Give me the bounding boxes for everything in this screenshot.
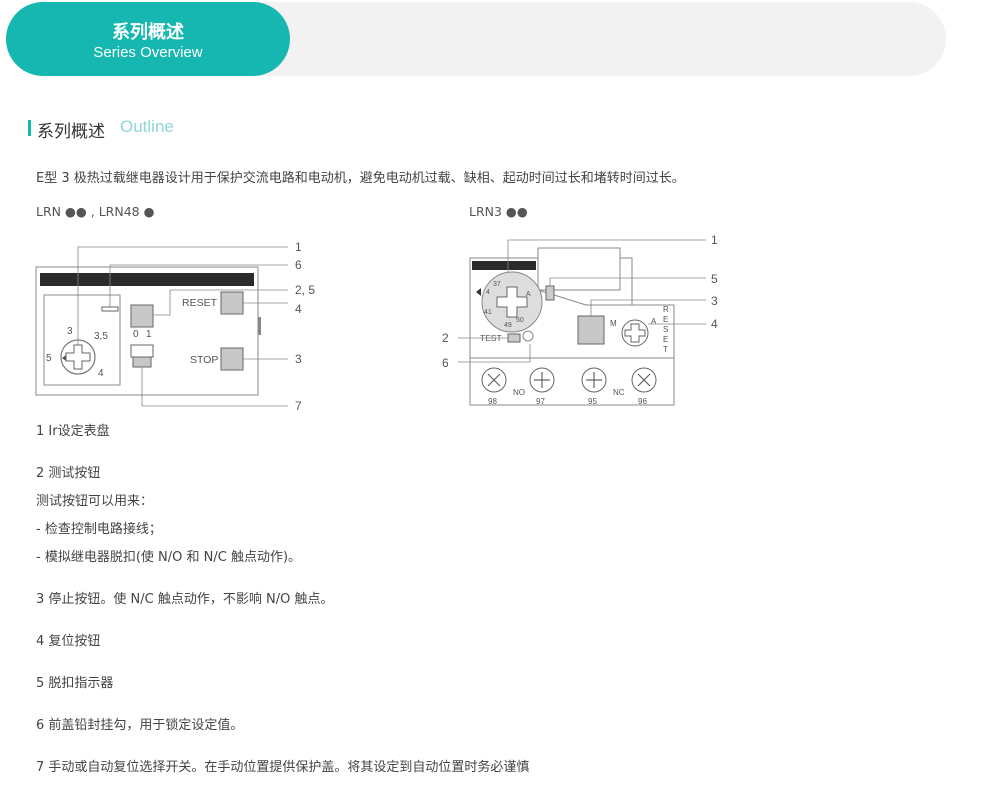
lrn3-callout-2: 2 [442,331,449,345]
desc-line-2: 2 测试按钮 [36,466,101,481]
callout-7: 7 [295,399,302,413]
relay-top-strip [40,273,254,286]
switch-cover [130,344,154,358]
lrn3-relay-diagram: 37 4 41 49 50 A TEST M A R E S E T 98 NO… [442,233,718,406]
lrn3-stop-button [577,315,605,345]
lrn3-a-label: A [651,317,657,326]
banner-title-cn: 系列概述 [112,22,184,43]
banner-title-pill: 系列概述 Series Overview [6,2,290,76]
lrn3-dial-mark-a: A [526,291,531,298]
switch-label-0: 0 [133,329,139,340]
lrn3-callout-4: 4 [711,317,718,331]
lrn3-callout-5: 5 [711,272,718,286]
lrn3-top-strip [472,261,536,270]
dial-mark-4: 4 [98,368,104,379]
seal-hook [522,330,534,342]
dial-mark-5: 5 [46,353,52,364]
trip-indicator [545,285,555,301]
lrn3-dial-mark-41: 41 [484,309,492,316]
figure-right-label: LRN3 ●● [469,204,528,219]
lrn-relay-diagram: 3 3,5 5 4 0 1 RESET STOP 1 6 2, 5 4 3 7 [35,240,315,413]
intro-paragraph: E型 3 极热过载继电器设计用于保护交流电路和电动机，避免电动机过载、缺相、起动… [36,171,685,186]
reset-button [220,291,244,315]
desc-line-9: 6 前盖铅封挂勾，用于锁定设定值。 [36,718,244,733]
terminal-97: 97 [536,397,545,406]
lrn3-dial-mark-37: 37 [493,281,501,288]
callout-4: 4 [295,302,302,316]
terminal-98: 98 [488,397,497,406]
section-title-cn: 系列概述 [37,122,105,142]
lrn3-callout-1: 1 [711,233,718,247]
terminal-96: 96 [638,397,647,406]
desc-line-5: - 模拟继电器脱扣(使 N/O 和 N/C 触点动作)。 [36,550,302,565]
reset-letter-r: R [663,305,669,314]
reset-letter-e1: E [663,315,668,324]
banner-title-en: Series Overview [93,44,203,61]
desc-line-8: 5 脱扣指示器 [36,676,114,691]
dial-mark-3: 3 [67,326,73,337]
lrn3-callout-3: 3 [711,294,718,308]
lrn3-dial-mark-50: 50 [516,317,524,324]
desc-line-7: 4 复位按钮 [36,634,101,649]
callout-3: 3 [295,352,302,366]
stop-button [220,347,244,371]
stop-button-label: STOP [190,354,218,366]
reset-mode-switch [130,304,154,328]
desc-line-10: 7 手动或自动复位选择开关。在手动位置提供保护盖。将其设定到自动位置时务必谨慎 [36,760,530,775]
test-button [507,333,521,343]
terminal-95: 95 [588,397,597,406]
callout-1: 1 [295,240,302,254]
desc-line-1: 1 Ir设定表盘 [36,424,110,439]
desc-line-3: 测试按钮可以用来： [36,494,154,509]
lrn3-callout-6: 6 [442,356,449,370]
switch-label-1: 1 [146,329,152,340]
section-accent-bar [28,120,31,136]
terminal-nc: NC [613,388,625,397]
lrn3-top-box-edge [620,257,633,305]
dial-mark-3-5: 3,5 [94,331,108,342]
reset-letter-s: S [663,325,668,334]
callout-2-5: 2, 5 [295,283,315,297]
desc-line-4: - 检查控制电路接线； [36,522,162,537]
terminal-no: NO [513,388,525,397]
reset-button-label: RESET [182,297,218,309]
lrn3-m-label: M [610,319,617,328]
cover-seal-hook [101,306,119,312]
switch-base [132,356,152,368]
reset-letter-t: T [663,345,668,354]
reset-letter-e2: E [663,335,668,344]
lrn3-dial-mark-4: 4 [486,289,490,296]
desc-line-6: 3 停止按钮。使 N/C 触点动作，不影响 N/O 触点。 [36,592,334,607]
callout-6: 6 [295,258,302,272]
section-title-en: Outline [120,117,174,136]
lrn3-dial-mark-49: 49 [504,322,512,329]
figure-left-label: LRN ●● , LRN48 ● [36,204,155,219]
relay-side-notch [258,317,261,335]
